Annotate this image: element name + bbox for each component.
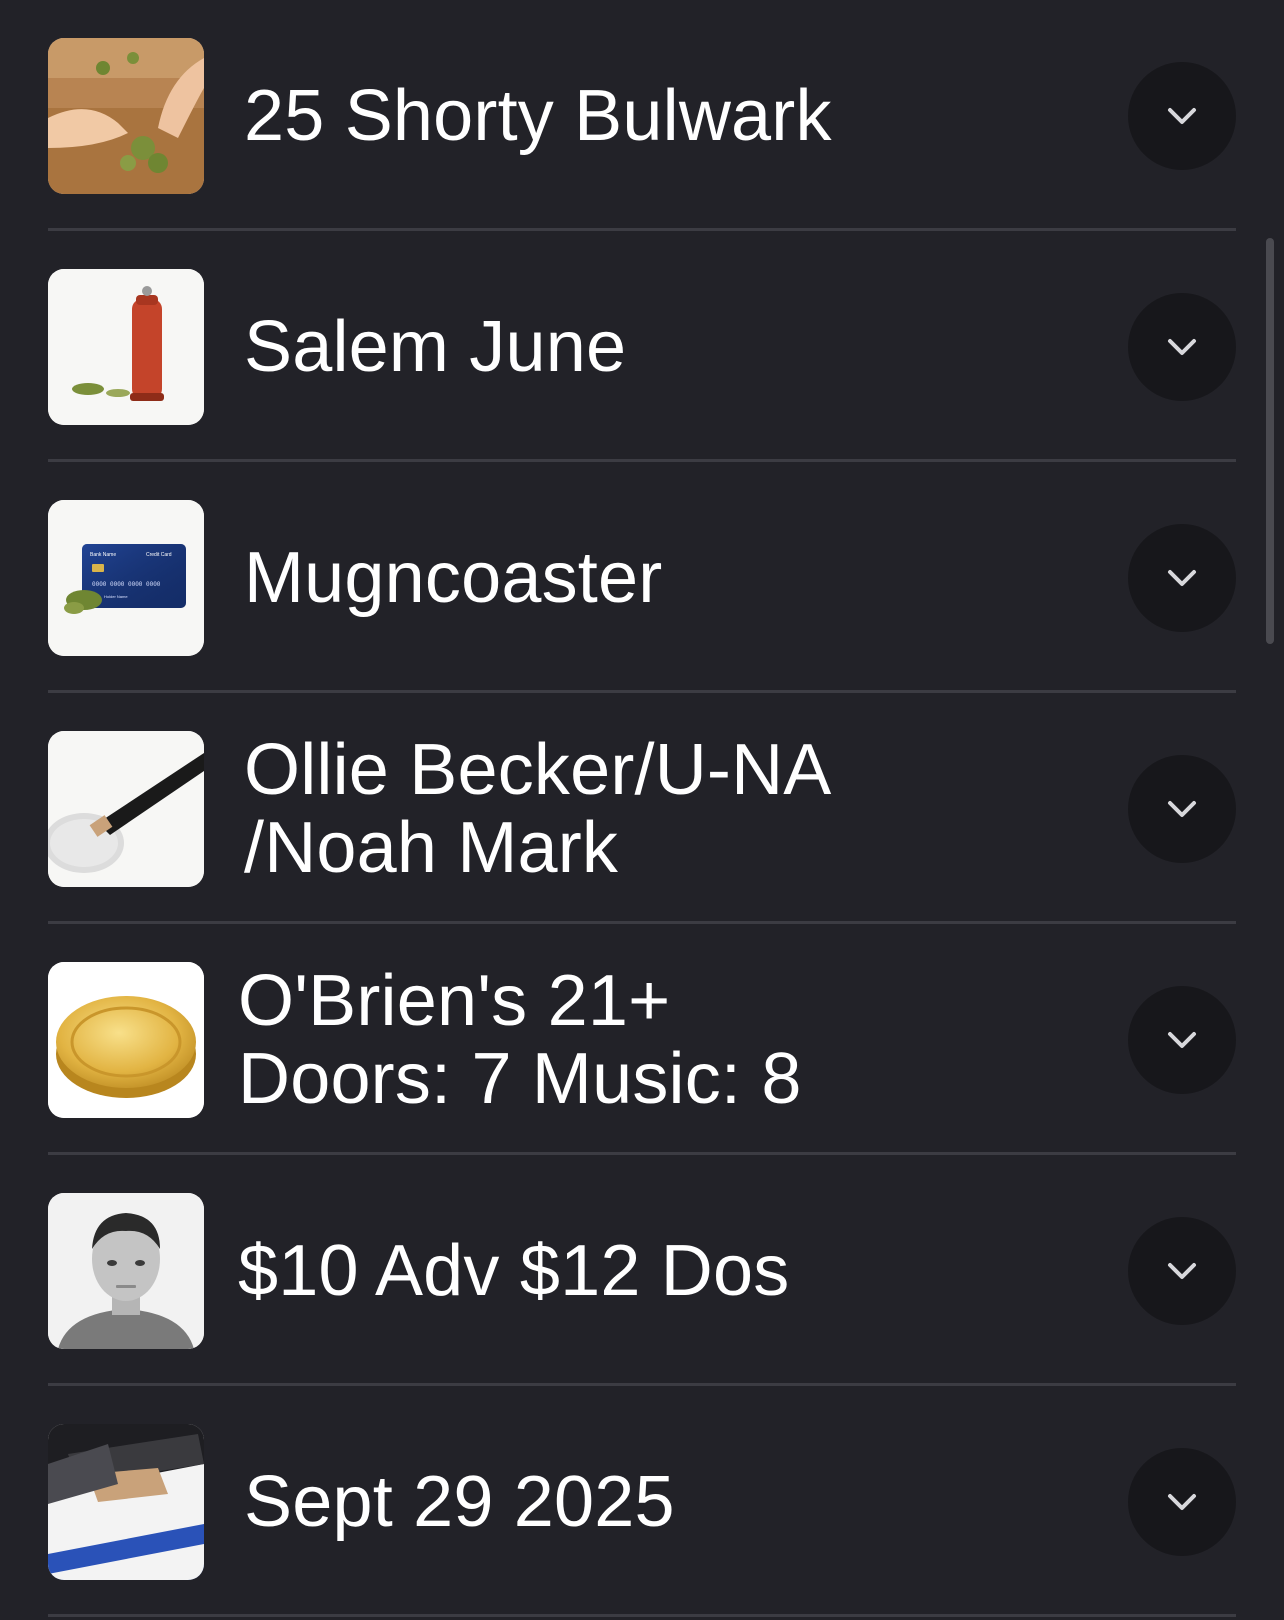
chevron-down-icon: [1168, 800, 1196, 817]
hands-sorting-herb-image: [48, 37, 204, 194]
card-type-text: Credit Card: [146, 552, 172, 558]
item-label: Salem June: [244, 306, 627, 387]
chevron-down-icon: [1168, 338, 1196, 355]
expand-button[interactable]: [1128, 985, 1236, 1094]
expand-button[interactable]: [1128, 523, 1236, 632]
portrait-photo-image: [48, 1192, 204, 1349]
item-label: 25 Shorty Bulwark: [244, 75, 832, 156]
pizza-cutter-image: [48, 730, 204, 887]
expand-button[interactable]: [1128, 292, 1236, 401]
list-item[interactable]: Ollie Becker/U-NA /Noah Mark: [48, 693, 1236, 924]
chevron-down-icon: [1168, 107, 1196, 124]
list-item[interactable]: 25 Shorty Bulwark: [48, 0, 1236, 231]
item-list: 25 Shorty Bulwark Salem June Bank Name C…: [0, 0, 1284, 1620]
chevron-down-icon: [1168, 1493, 1196, 1510]
laptop-box-image: [48, 1423, 204, 1580]
pepper-grinder-image: [48, 268, 204, 425]
list-item[interactable]: O'Brien's 21+ Doors: 7 Music: 8: [48, 924, 1236, 1155]
item-label: $10 Adv $12 Dos: [238, 1230, 790, 1311]
list-item[interactable]: Bank Name Credit Card 0000 0000 0000 000…: [48, 462, 1236, 693]
list-item[interactable]: Salem June: [48, 231, 1236, 462]
expand-button[interactable]: [1128, 754, 1236, 863]
item-label: Sept 29 2025: [244, 1461, 675, 1542]
gold-coin-image: [48, 961, 204, 1118]
expand-button[interactable]: [1128, 1447, 1236, 1556]
list-item[interactable]: Sept 29 2025: [48, 1386, 1236, 1617]
chevron-down-icon: [1168, 1031, 1196, 1048]
item-label: Ollie Becker/U-NA /Noah Mark: [244, 729, 832, 888]
expand-button[interactable]: [1128, 61, 1236, 170]
card-holder-text: Holder Name: [104, 594, 128, 599]
credit-card-image: Bank Name Credit Card 0000 0000 0000 000…: [48, 499, 204, 656]
list-item[interactable]: $10 Adv $12 Dos: [48, 1155, 1236, 1386]
chevron-down-icon: [1168, 569, 1196, 586]
chevron-down-icon: [1168, 1262, 1196, 1279]
row-divider: [48, 1614, 1236, 1617]
card-bank-text: Bank Name: [90, 552, 116, 558]
item-label: Mugncoaster: [244, 537, 663, 618]
card-number-text: 0000 0000 0000 0000: [92, 581, 161, 588]
item-label: O'Brien's 21+ Doors: 7 Music: 8: [238, 960, 802, 1119]
expand-button[interactable]: [1128, 1216, 1236, 1325]
scrollbar[interactable]: [1266, 238, 1274, 644]
